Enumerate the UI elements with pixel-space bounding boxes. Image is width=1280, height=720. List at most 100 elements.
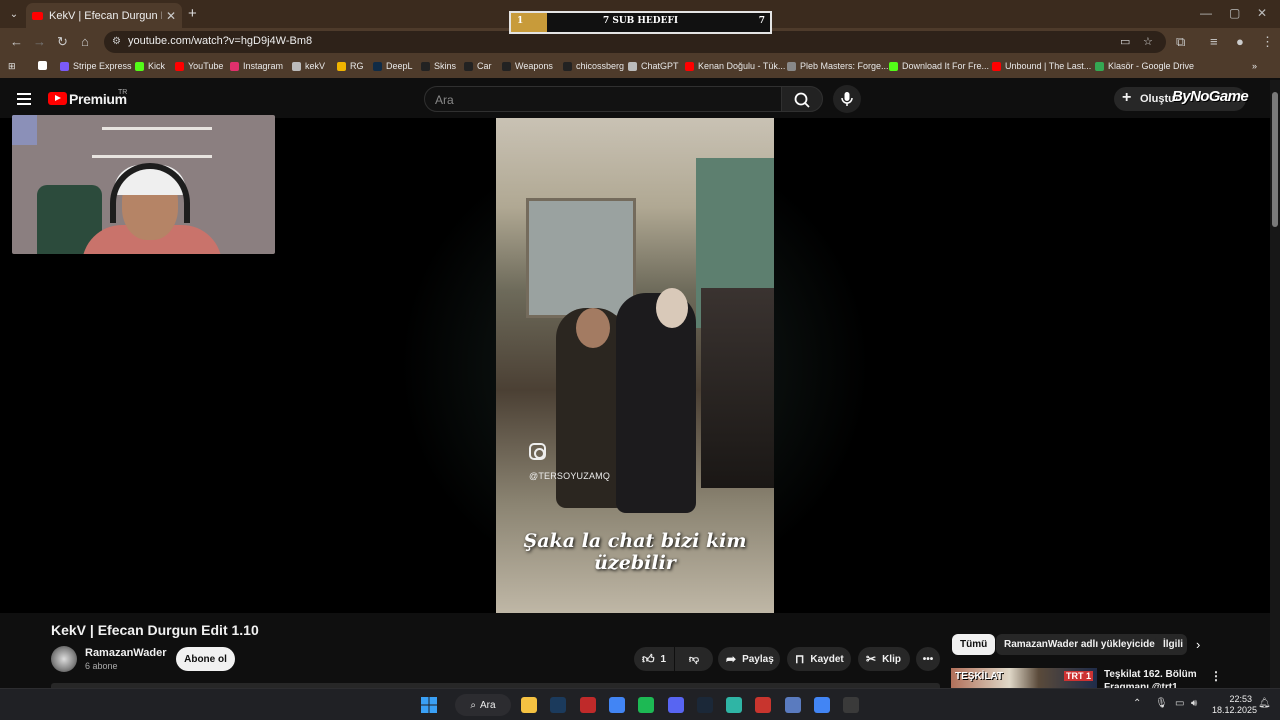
bookmark-item[interactable]: Download It For Fre... <box>889 61 989 71</box>
profile-avatar-icon[interactable]: ● <box>1236 34 1244 49</box>
url-text: youtube.com/watch?v=hgD9j4W-Bm8 <box>128 35 313 47</box>
site-info-icon[interactable]: ⚙ <box>112 36 121 47</box>
save-label: Kaydet <box>810 653 844 665</box>
search-button[interactable] <box>781 86 823 112</box>
apps-grid-icon[interactable]: ⊞ <box>8 61 16 72</box>
bookmark-favicon-icon <box>502 61 511 71</box>
stream-deck-icon[interactable] <box>755 697 771 713</box>
bookmark-star-icon[interactable]: ☆ <box>1143 35 1153 48</box>
spotify-icon[interactable] <box>638 697 654 713</box>
search-input[interactable]: Ara <box>424 86 782 112</box>
photoshop-icon[interactable] <box>550 697 566 713</box>
chrome-profile-icon[interactable] <box>814 697 830 713</box>
cast-icon[interactable]: ▭ <box>1120 35 1130 48</box>
bookmark-favicon-icon <box>464 61 473 71</box>
maximize-button[interactable]: ▢ <box>1229 6 1240 20</box>
voice-search-button[interactable] <box>833 85 861 113</box>
bookmark-item[interactable]: kekV <box>292 61 325 71</box>
bookmark-item[interactable]: chicossberg <box>563 61 624 71</box>
obs-icon[interactable] <box>843 697 859 713</box>
bookmark-item[interactable]: DeepL <box>373 61 413 71</box>
tab-search-button[interactable]: ⌄ <box>4 4 24 24</box>
minimize-button[interactable]: — <box>1200 6 1212 20</box>
notifications-icon[interactable]: 🔔︎ <box>1258 698 1271 709</box>
system-clock[interactable]: 22:53 18.12.2025 <box>1212 694 1257 716</box>
discord-icon[interactable] <box>668 697 684 713</box>
dislike-button[interactable]: 👎︎ <box>675 647 713 671</box>
video-scene-crowd <box>701 288 774 488</box>
page-scrollbar[interactable] <box>1270 80 1280 688</box>
chrome-menu-icon[interactable]: ⋮ <box>1261 34 1274 50</box>
bookmark-item[interactable] <box>38 61 51 70</box>
bookmark-item[interactable]: Stripe Express <box>60 61 132 71</box>
scissors-icon: ✂ <box>866 652 877 666</box>
bookmark-item[interactable]: YouTube <box>175 61 223 71</box>
bookmark-item[interactable]: Weapons <box>502 61 553 71</box>
close-tab-icon[interactable]: ✕ <box>166 9 176 23</box>
bookmark-item[interactable]: ChatGPT <box>628 61 679 71</box>
bookmark-item[interactable]: Klasör - Google Drive <box>1095 61 1194 71</box>
bookmark-item[interactable]: Unbound | The Last... <box>992 61 1091 71</box>
more-actions-button[interactable]: ••• <box>916 647 940 671</box>
menu-icon[interactable] <box>17 93 31 108</box>
microphone-tray-icon[interactable]: 🎙︎ <box>1155 698 1168 709</box>
filezilla-icon[interactable] <box>580 697 596 713</box>
home-icon[interactable]: ⌂ <box>81 34 89 49</box>
instagram-handle: @TERSOYUZAMQ <box>529 471 611 481</box>
recommended-title[interactable]: Teşkilat 162. Bölüm Fragmanı @trt1 <box>1104 668 1204 688</box>
reload-icon[interactable]: ↻ <box>57 34 68 50</box>
edge-icon[interactable] <box>726 697 742 713</box>
app-icon[interactable] <box>785 697 801 713</box>
volume-icon[interactable]: 🔊︎ <box>1191 698 1197 709</box>
bookmark-item[interactable]: RG <box>337 61 364 71</box>
clip-button[interactable]: ✂ Klip <box>858 647 910 671</box>
more-horizontal-icon: ••• <box>922 653 934 665</box>
windows-taskbar: ⌕ Ara ⌃ 🎙︎ ▭ 🔊︎ 22:53 18.12.2025 🔔︎ <box>0 688 1280 720</box>
video-frame[interactable]: @TERSOYUZAMQ Şaka la chat bizi kim üzebi… <box>496 118 774 613</box>
share-button[interactable]: ➦ Paylaş <box>718 647 780 671</box>
chevron-right-icon[interactable]: › <box>1196 637 1200 652</box>
bookmark-label: Pleb Masters: Forge... <box>800 61 889 71</box>
new-tab-button[interactable]: + <box>188 5 197 22</box>
bookmark-label: Stripe Express <box>73 61 132 71</box>
save-button[interactable]: ⊓ Kaydet <box>787 647 851 671</box>
back-icon[interactable]: ← <box>10 34 23 49</box>
close-window-button[interactable]: ✕ <box>1257 6 1267 20</box>
bookmark-label: Car <box>477 61 492 71</box>
file-explorer-icon[interactable] <box>521 697 537 713</box>
thumbnail-badge: TRT 1 <box>1063 671 1093 681</box>
channel-avatar[interactable] <box>51 646 77 672</box>
share-label: Paylaş <box>742 653 774 665</box>
bookmark-item[interactable]: Kick <box>135 61 165 71</box>
channel-name[interactable]: RamazanWader <box>85 647 167 659</box>
like-button[interactable]: 👍︎ 1 <box>634 647 674 671</box>
more-bookmarks-icon[interactable]: » <box>1252 61 1257 71</box>
bookmark-label: Download It For Fre... <box>902 61 990 71</box>
taskbar-search-button[interactable]: ⌕ Ara <box>455 694 511 716</box>
steam-icon[interactable] <box>697 697 713 713</box>
subscribe-button[interactable]: Abone ol <box>176 647 235 671</box>
chip-all[interactable]: Tümü <box>952 634 996 655</box>
chip-from-uploader[interactable]: RamazanWader adlı yükleyiciden <box>996 634 1169 655</box>
windows-start-icon[interactable] <box>421 697 437 713</box>
extensions-icon[interactable]: ⧉ <box>1176 34 1185 50</box>
address-bar[interactable]: ⚙ youtube.com/watch?v=hgD9j4W-Bm8 ▭ ☆ <box>104 31 1166 53</box>
tray-overflow-icon[interactable]: ⌃ <box>1133 698 1141 709</box>
bookmark-item[interactable]: Skins <box>421 61 456 71</box>
bookmark-item[interactable]: Car <box>464 61 492 71</box>
browser-tab-active[interactable]: KekV | Efecan Durgun Edit 1.10 ✕ <box>26 3 182 28</box>
recommended-thumbnail[interactable]: TEŞKİLAT TRT 1 <box>951 668 1097 688</box>
media-controls-icon[interactable]: ≡ <box>1210 34 1218 49</box>
bookmark-item[interactable]: Instagram <box>230 61 283 71</box>
scrollbar-thumb[interactable] <box>1272 92 1278 227</box>
chip-related[interactable]: İlgili <box>1155 634 1187 655</box>
bookmark-item[interactable]: Pleb Masters: Forge... <box>787 61 889 71</box>
wall-shelf-lower <box>92 155 212 158</box>
network-icon[interactable]: ▭ <box>1175 698 1184 709</box>
recommended-more-icon[interactable]: ⋮ <box>1210 669 1222 683</box>
bookmark-item[interactable]: Kenan Doğulu - Tük... <box>685 61 785 71</box>
chrome-icon[interactable] <box>609 697 625 713</box>
youtube-logo-icon[interactable] <box>48 92 67 105</box>
bookmark-label: Skins <box>434 61 457 71</box>
forward-icon[interactable]: → <box>33 34 46 49</box>
